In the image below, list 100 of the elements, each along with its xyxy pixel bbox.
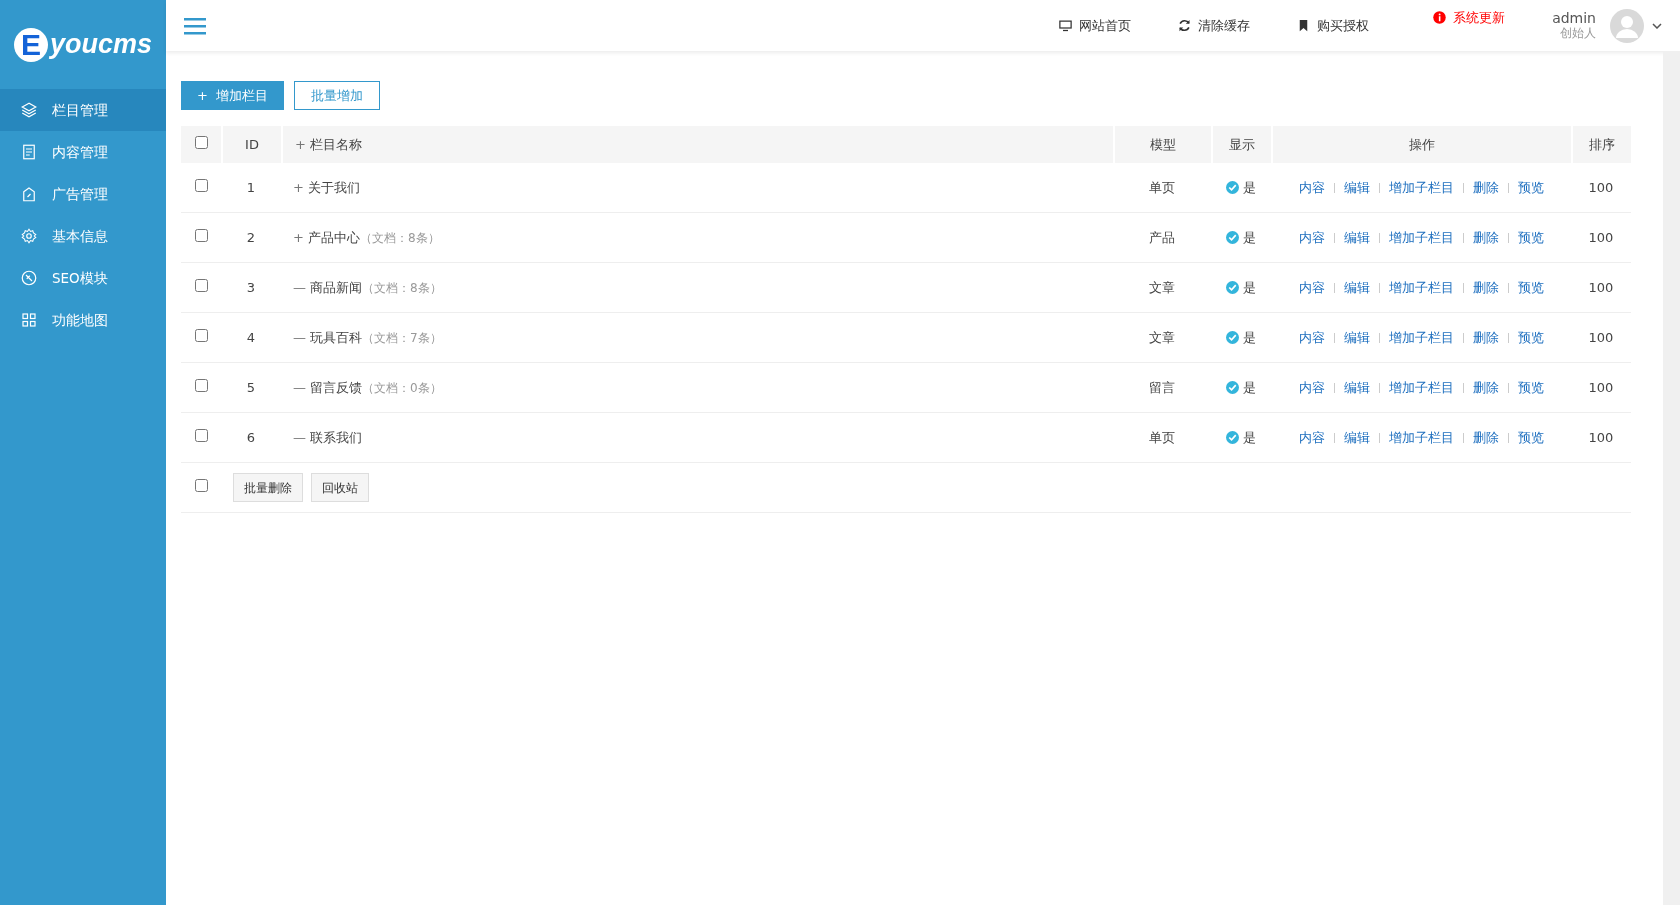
house-icon — [20, 185, 38, 203]
document-count: （文档：7条） — [362, 330, 442, 345]
action-link[interactable]: 内容 — [1298, 179, 1325, 195]
sidebar-item[interactable]: 内容管理 — [0, 131, 166, 173]
action-link[interactable]: 编辑 — [1343, 279, 1370, 295]
table-cell: 6 — [221, 413, 281, 463]
visibility-status: 是 — [1243, 379, 1256, 395]
expand-toggle[interactable]: — — [293, 429, 306, 445]
table-cell: 100 — [1571, 163, 1631, 213]
expand-toggle[interactable]: + — [293, 179, 304, 195]
batch-add-button[interactable]: 批量增加 — [294, 81, 381, 110]
action-link[interactable]: 编辑 — [1343, 429, 1370, 445]
action-link[interactable]: 增加子栏目 — [1388, 179, 1454, 195]
action-link[interactable]: 删除 — [1472, 379, 1499, 395]
checkbox[interactable] — [194, 135, 208, 149]
category-name: 玩具百科 — [310, 329, 362, 345]
action-link[interactable]: 内容 — [1298, 329, 1325, 345]
document-icon — [20, 143, 38, 161]
document-count: （文档：0条） — [362, 380, 442, 395]
table-cell: 4 — [221, 313, 281, 363]
action-link[interactable]: 编辑 — [1343, 379, 1370, 395]
logo-text: youcms — [50, 29, 153, 60]
topbar-link[interactable]: 清除缓存 — [1177, 15, 1251, 36]
recycle-bin-button[interactable]: 回收站 — [311, 473, 369, 502]
checkbox[interactable] — [194, 378, 208, 392]
settings-icon — [20, 227, 38, 245]
document-count: （文档：8条） — [362, 280, 442, 295]
action-link[interactable]: 删除 — [1472, 179, 1499, 195]
topbar-link[interactable]: 系统更新 — [1415, 0, 1523, 45]
sidebar-item[interactable]: SEO模块 — [0, 257, 166, 299]
check-circle-icon — [1226, 430, 1239, 444]
category-name: 联系我们 — [310, 429, 362, 445]
action-link[interactable]: 删除 — [1472, 229, 1499, 245]
table-cell: 文章 — [1113, 263, 1211, 313]
action-link[interactable]: 预览 — [1517, 329, 1544, 345]
monitor-icon — [1058, 18, 1074, 33]
action-link[interactable]: 内容 — [1298, 229, 1325, 245]
action-link[interactable]: 编辑 — [1343, 179, 1370, 195]
checkbox[interactable] — [194, 328, 208, 342]
table-cell: 5 — [221, 363, 281, 413]
check-circle-icon — [1226, 280, 1239, 294]
topbar-link[interactable]: 购买授权 — [1296, 15, 1370, 36]
user-name: admin — [1552, 11, 1596, 27]
visibility-status: 是 — [1243, 329, 1256, 345]
action-link[interactable]: 内容 — [1298, 379, 1325, 395]
action-link[interactable]: 预览 — [1517, 379, 1544, 395]
menu-icon[interactable] — [184, 16, 206, 35]
table-cell: 留言 — [1113, 363, 1211, 413]
action-link[interactable]: 内容 — [1298, 429, 1325, 445]
action-link[interactable]: 增加子栏目 — [1388, 379, 1454, 395]
check-circle-icon — [1226, 230, 1239, 244]
sidebar-item[interactable]: 功能地图 — [0, 299, 166, 341]
action-link[interactable]: 删除 — [1472, 329, 1499, 345]
action-link[interactable]: 预览 — [1517, 179, 1544, 195]
action-link[interactable]: 内容 — [1298, 279, 1325, 295]
checkbox[interactable] — [194, 478, 208, 492]
expand-toggle[interactable]: + — [295, 136, 306, 152]
expand-toggle[interactable]: — — [293, 329, 306, 345]
action-link[interactable]: 删除 — [1472, 279, 1499, 295]
action-link[interactable]: 增加子栏目 — [1388, 229, 1454, 245]
sidebar-item[interactable]: 基本信息 — [0, 215, 166, 257]
checkbox[interactable] — [194, 428, 208, 442]
sidebar-item[interactable]: 广告管理 — [0, 173, 166, 215]
checkbox[interactable] — [194, 228, 208, 242]
action-link[interactable]: 增加子栏目 — [1388, 429, 1454, 445]
add-button[interactable]: + 增加栏目 — [181, 81, 285, 110]
action-link[interactable]: 预览 — [1517, 429, 1544, 445]
caret-icon[interactable] — [1652, 22, 1662, 29]
grid-icon — [20, 311, 38, 329]
expand-toggle[interactable]: + — [293, 229, 304, 245]
user-role: 创始人 — [1559, 26, 1596, 40]
info-icon — [1432, 10, 1448, 25]
table-cell: 产品 — [1113, 213, 1211, 263]
action-link[interactable]: 编辑 — [1343, 229, 1370, 245]
checkbox[interactable] — [194, 278, 208, 292]
column-header: 排序 — [1571, 126, 1631, 163]
visibility-status: 是 — [1243, 429, 1256, 445]
action-link[interactable]: 编辑 — [1343, 329, 1370, 345]
table-cell: 文章 — [1113, 313, 1211, 363]
expand-toggle[interactable]: — — [293, 279, 306, 295]
expand-toggle[interactable]: — — [293, 379, 306, 395]
action-link[interactable]: 增加子栏目 — [1388, 279, 1454, 295]
sidebar-item[interactable]: 栏目管理 — [0, 89, 166, 131]
document-count: （文档：8条） — [359, 230, 440, 245]
visibility-status: 是 — [1243, 229, 1256, 245]
table-cell: 2 — [221, 213, 281, 263]
column-header: 显示 — [1211, 126, 1271, 163]
check-circle-icon — [1226, 330, 1239, 344]
action-link[interactable]: 增加子栏目 — [1388, 329, 1454, 345]
topbar-link[interactable]: 网站首页 — [1058, 15, 1132, 36]
visibility-status: 是 — [1243, 179, 1256, 195]
table-cell: 100 — [1571, 413, 1631, 463]
check-circle-icon — [1226, 380, 1239, 394]
batch-delete-button[interactable]: 批量删除 — [233, 473, 303, 502]
action-link[interactable]: 预览 — [1517, 279, 1544, 295]
checkbox[interactable] — [194, 178, 208, 192]
category-name: 商品新闻 — [310, 279, 362, 295]
action-link[interactable]: 预览 — [1517, 229, 1544, 245]
action-link[interactable]: 删除 — [1472, 429, 1499, 445]
layers-icon — [20, 101, 38, 119]
